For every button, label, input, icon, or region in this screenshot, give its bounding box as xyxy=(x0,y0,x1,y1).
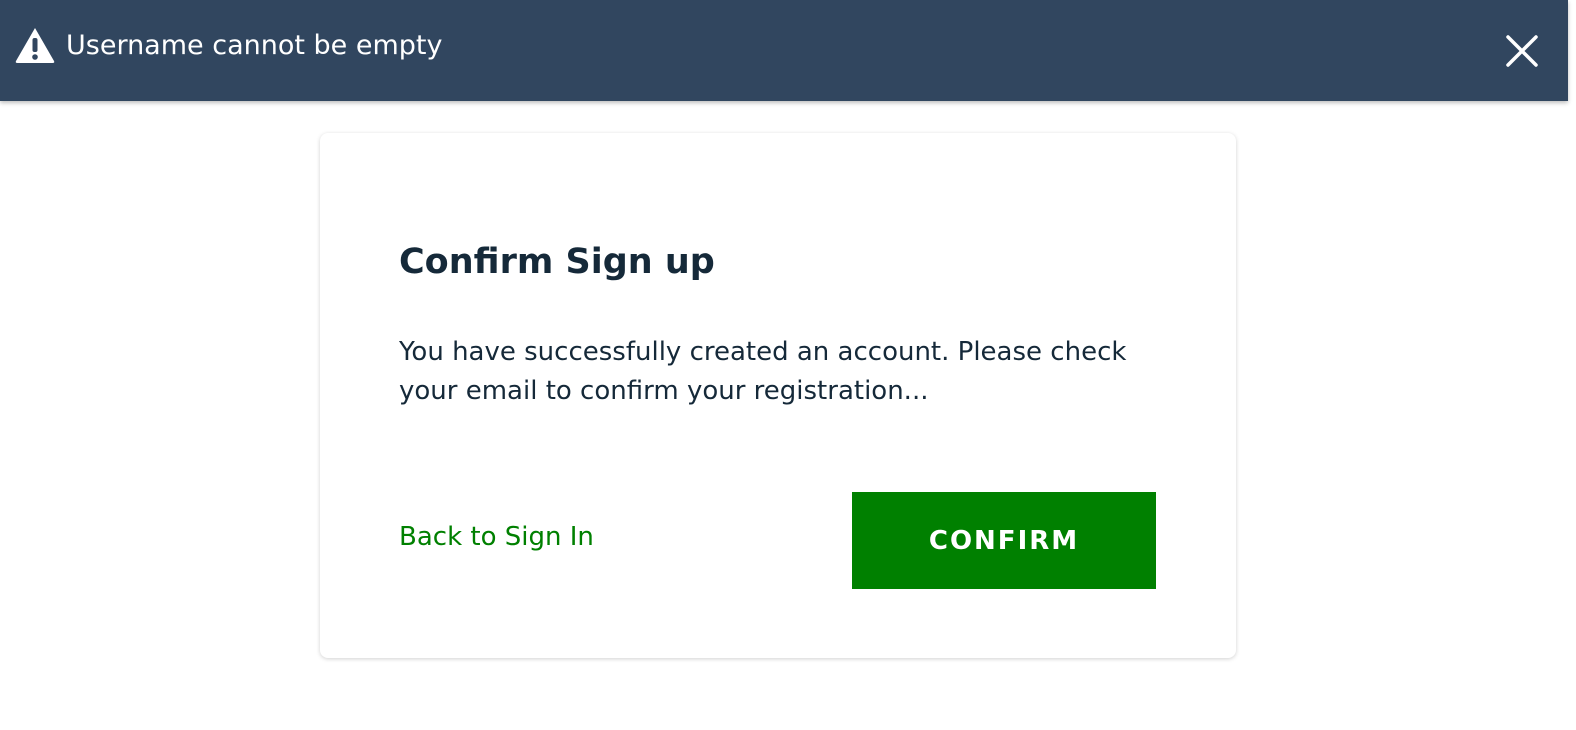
page-title: Confirm Sign up xyxy=(399,242,715,282)
confirmation-message: You have successfully created an account… xyxy=(399,337,1127,406)
toast-message: Username cannot be empty xyxy=(66,30,443,61)
confirm-signup-card: Confirm Sign up You have successfully cr… xyxy=(320,133,1236,658)
confirm-button[interactable]: CONFIRM xyxy=(852,492,1156,589)
close-icon[interactable] xyxy=(1500,29,1544,73)
back-to-sign-in-link[interactable]: Back to Sign In xyxy=(399,519,594,555)
error-toast: Username cannot be empty xyxy=(0,0,1568,101)
warning-icon xyxy=(14,26,56,64)
